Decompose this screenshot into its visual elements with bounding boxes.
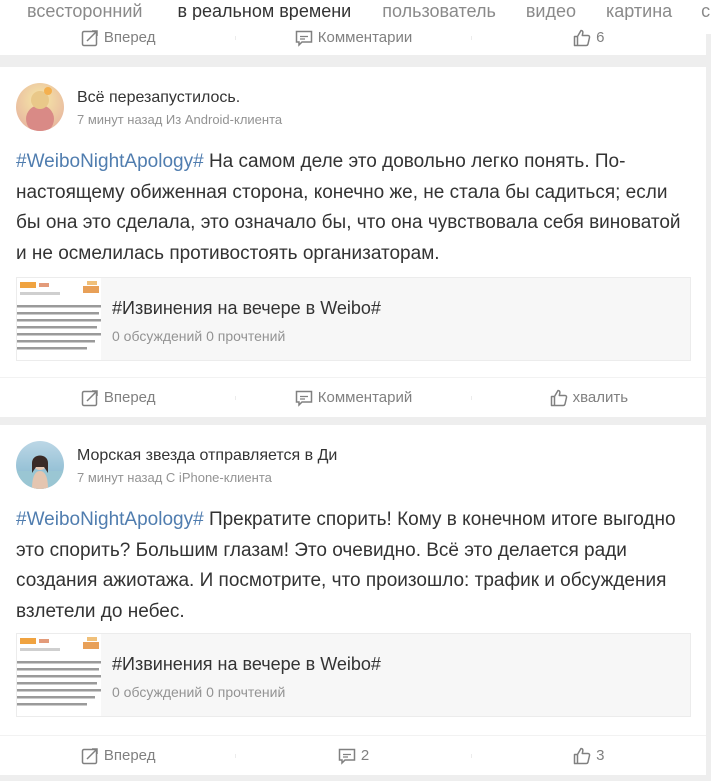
topic-thumbnail — [17, 634, 101, 716]
forward-button[interactable]: Вперед — [0, 388, 235, 408]
avatar[interactable] — [16, 441, 64, 489]
topic-card[interactable]: #Извинения на вечере в Weibo# 0 обсужден… — [16, 277, 691, 361]
forward-icon — [80, 388, 100, 408]
comment-icon — [294, 28, 314, 48]
thumbs-up-icon — [572, 746, 592, 766]
topic-stats: 0 обсуждений 0 прочтений — [112, 328, 286, 344]
avatar[interactable] — [16, 83, 64, 131]
thumbs-up-icon — [549, 388, 569, 408]
username[interactable]: Морская звезда отправляется в Ди — [77, 445, 337, 467]
post-actions: Вперед 2 3 — [0, 735, 706, 775]
like-button[interactable]: 6 — [470, 28, 706, 48]
post-meta: 7 минут назад С iPhone-клиента — [77, 470, 272, 485]
post-header: Всё перезапустилось. 7 минут назад Из An… — [16, 83, 282, 131]
post-card: Морская звезда отправляется в Ди 7 минут… — [0, 425, 706, 775]
forward-icon — [80, 746, 100, 766]
like-button[interactable]: 3 — [470, 746, 706, 766]
forward-icon — [80, 28, 100, 48]
thumbs-up-icon — [572, 28, 592, 48]
topic-title: #Извинения на вечере в Weibo# — [112, 298, 381, 318]
hashtag-link[interactable]: #WeiboNightApology# — [16, 151, 204, 172]
comment-icon — [294, 388, 314, 408]
forward-button[interactable]: Вперед — [0, 746, 235, 766]
post-header: Морская звезда отправляется в Ди 7 минут… — [16, 441, 337, 489]
topic-card[interactable]: #Извинения на вечере в Weibo# 0 обсужден… — [16, 633, 691, 717]
post-meta: 7 минут назад Из Android-клиента — [77, 112, 283, 127]
topic-title: #Извинения на вечере в Weibo# — [112, 654, 381, 674]
comment-icon — [337, 746, 357, 766]
comment-button[interactable]: 2 — [235, 746, 470, 766]
forward-button[interactable]: Вперед — [0, 28, 235, 48]
comment-button[interactable]: Комментарий — [235, 388, 470, 408]
like-button[interactable]: хвалить — [470, 388, 706, 408]
topic-stats: 0 обсуждений 0 прочтений — [112, 684, 286, 700]
post-text: #WeiboNightApology# На самом деле это до… — [16, 151, 681, 264]
topic-thumbnail — [17, 278, 101, 360]
comment-button[interactable]: Комментарии — [235, 28, 470, 48]
post-text: #WeiboNightApology# Прекратите спорить! … — [16, 509, 676, 622]
post-actions: Вперед Комментарий хвалить — [0, 377, 706, 417]
hashtag-link[interactable]: #WeiboNightApology# — [16, 509, 204, 530]
prev-post-actions: Вперед Комментарии 6 — [0, 20, 706, 55]
post-card: Всё перезапустилось. 7 минут назад Из An… — [0, 67, 706, 417]
username[interactable]: Всё перезапустилось. — [77, 87, 282, 109]
